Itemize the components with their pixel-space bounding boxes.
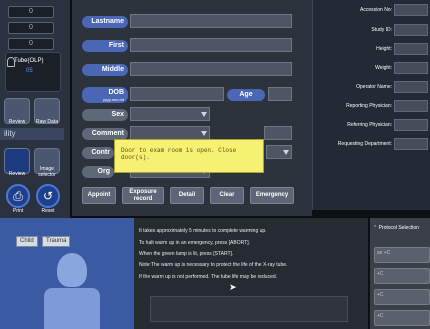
contrast-dropdown-icon[interactable]	[283, 150, 289, 155]
review-image-button-label: Review	[8, 171, 26, 177]
review-button-label: Review	[8, 119, 26, 125]
collapse-icon[interactable]: ⌃	[373, 225, 377, 231]
accession-no-field[interactable]	[394, 4, 428, 16]
operator-name-field[interactable]	[394, 81, 428, 93]
weight-field[interactable]	[394, 62, 428, 74]
org-label: Org	[82, 166, 114, 178]
reporting-physician-label: Reporting Physician:	[346, 103, 392, 109]
study-id-field[interactable]	[394, 24, 428, 36]
contrast-label: Contr	[82, 147, 114, 159]
first-name-field[interactable]	[130, 38, 292, 52]
comment-extra-field[interactable]	[264, 126, 292, 140]
protocol-item[interactable]: +C	[374, 268, 430, 284]
warmup-line: It takes approximately 5 minutes to comp…	[139, 228, 267, 234]
warmup-progress-area	[150, 296, 348, 322]
dob-label-text: DOB	[108, 89, 124, 96]
exposure-record-button[interactable]: Exposure record	[122, 187, 164, 204]
warmup-line: If the warm up is not performed. The tub…	[139, 274, 278, 280]
mouse-cursor-icon: ➤	[229, 282, 237, 292]
raw-data-button-label: Raw Data	[36, 119, 58, 125]
counter-display-3: 0	[8, 38, 54, 50]
reset-button[interactable]: ↺	[36, 184, 60, 208]
lastname-label: Lastname	[82, 16, 128, 28]
body-figure-torso[interactable]	[44, 288, 100, 329]
requesting-department-field[interactable]	[394, 138, 428, 150]
referring-physician-label: Referring Physician:	[347, 122, 392, 128]
referring-physician-field[interactable]	[394, 119, 428, 131]
reset-button-label: Reset	[41, 208, 55, 214]
exposure-record-line1: Exposure	[129, 189, 157, 195]
utility-header: ility	[0, 128, 64, 140]
protocol-selection-title: ⌃ Protocol Selection	[373, 225, 419, 231]
tube-value: 05	[26, 68, 33, 74]
operator-name-label: Operator Name:	[356, 84, 392, 90]
tab-trauma[interactable]: Trauma	[42, 236, 71, 247]
sex-dropdown-icon[interactable]	[201, 112, 207, 117]
warmup-line: Note:The warm up is necessary to protect…	[139, 262, 288, 268]
warmup-line: To halt warm up in an emergency, press […	[139, 240, 250, 246]
protocol-item[interactable]: se +C	[374, 247, 430, 263]
sex-field[interactable]	[130, 107, 210, 121]
print-button[interactable]: ⎙	[6, 184, 30, 208]
age-label: Age	[227, 89, 265, 101]
image-selector-button-label: Image selector	[38, 166, 56, 178]
protocol-item[interactable]: +C	[374, 310, 430, 326]
clear-button[interactable]: Clear	[210, 187, 244, 204]
dob-format-hint: yyyy.mm.dd	[102, 97, 124, 102]
first-label: First	[82, 40, 128, 52]
dob-field[interactable]	[130, 87, 224, 101]
protocol-selection-label: Protocol Selection	[378, 225, 419, 231]
detail-button[interactable]: Detail	[170, 187, 204, 204]
reset-icon: ↺	[42, 189, 54, 203]
tube-label: Tube(OLP)	[14, 58, 44, 64]
study-id-label: Study ID:	[371, 27, 392, 33]
exposure-record-line2: record	[133, 196, 153, 202]
middle-label: Middle	[82, 64, 128, 76]
requesting-department-label: Requesting Department:	[337, 141, 392, 147]
height-field[interactable]	[394, 43, 428, 55]
comment-field[interactable]	[130, 126, 210, 140]
dob-label: DOB yyyy.mm.dd	[82, 87, 128, 103]
protocol-item[interactable]: +C	[374, 289, 430, 305]
door-warning-tooltip: Door to exam room is open. Close door(s)…	[114, 139, 264, 173]
middle-name-field[interactable]	[130, 62, 292, 76]
tab-child[interactable]: Child	[16, 236, 38, 247]
print-icon: ⎙	[13, 189, 23, 203]
lastname-field[interactable]	[130, 14, 292, 28]
reporting-physician-field[interactable]	[394, 100, 428, 112]
print-button-label: Print	[12, 208, 24, 214]
age-field[interactable]	[268, 87, 292, 101]
body-figure-head[interactable]	[57, 253, 87, 287]
comment-dropdown-icon[interactable]	[201, 131, 207, 136]
warmup-line: When the green lamp is lit, press [START…	[139, 251, 234, 257]
emergency-button[interactable]: Emergency	[250, 187, 294, 204]
counter-display-1: 0	[8, 6, 54, 18]
counter-display-2: 0	[8, 22, 54, 34]
sex-label: Sex	[82, 109, 128, 121]
accession-no-label: Accession No:	[360, 7, 392, 13]
appoint-button[interactable]: Appoint	[82, 187, 116, 204]
weight-label: Weight:	[375, 65, 392, 71]
height-label: Height:	[376, 46, 392, 52]
